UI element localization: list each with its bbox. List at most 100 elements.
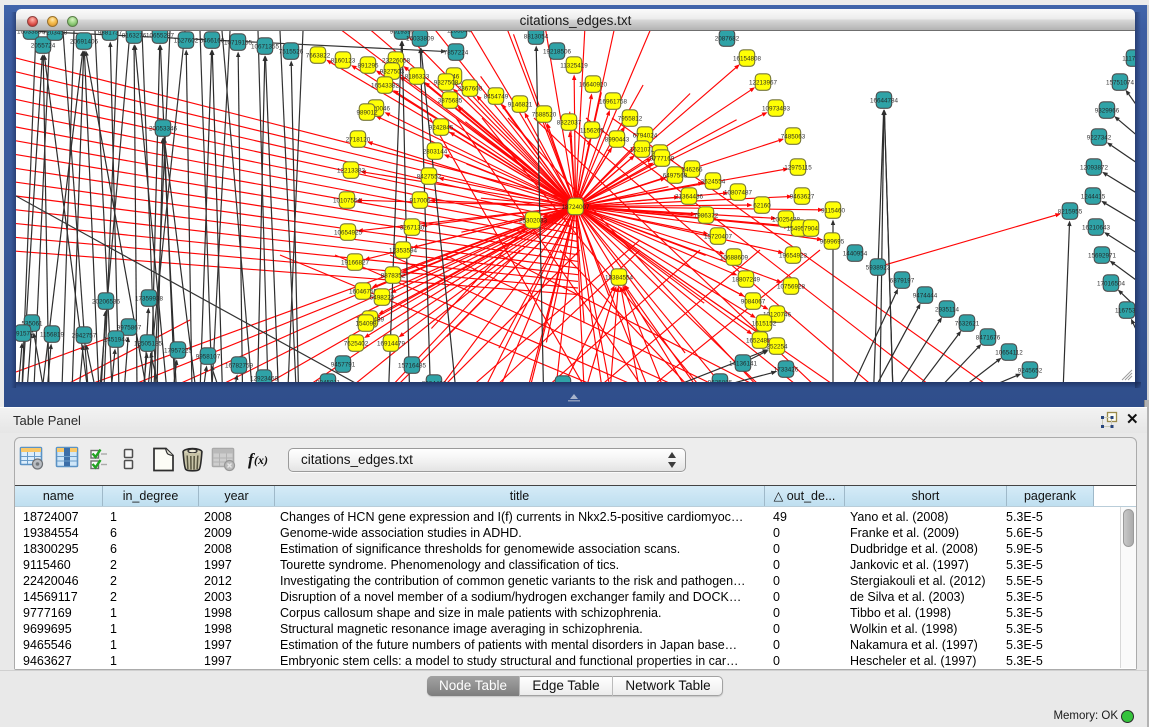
- svg-text:16210643: 16210643: [1082, 224, 1111, 231]
- svg-text:16640910: 16640910: [579, 81, 608, 88]
- svg-text:1615152: 1615152: [752, 320, 777, 327]
- svg-text:20691406: 20691406: [70, 38, 99, 45]
- svg-text:20053346: 20053346: [149, 125, 178, 132]
- svg-text:19654923: 19654923: [779, 252, 808, 259]
- svg-text:15716485: 15716485: [398, 362, 427, 369]
- svg-text:9975867: 9975867: [117, 324, 142, 331]
- svg-text:3267130: 3267130: [400, 224, 425, 231]
- svg-text:252254: 252254: [766, 343, 788, 350]
- svg-text:7588520: 7588520: [532, 111, 557, 118]
- svg-text:2935114: 2935114: [935, 306, 960, 313]
- svg-text:1451944: 1451944: [104, 336, 129, 343]
- svg-text:917006: 917006: [409, 197, 431, 204]
- svg-text:16543382: 16543382: [371, 82, 400, 89]
- svg-text:(x): (x): [254, 453, 268, 467]
- svg-text:3624554: 3624554: [701, 178, 726, 185]
- svg-text:19166827: 19166827: [341, 259, 370, 266]
- svg-text:9245911: 9245911: [316, 379, 341, 382]
- svg-text:7663822: 7663822: [306, 52, 331, 59]
- svg-text:25302033: 25302033: [519, 217, 548, 224]
- svg-text:9457791: 9457791: [331, 361, 356, 368]
- svg-text:12923468: 12923468: [250, 375, 279, 382]
- svg-text:7625402: 7625402: [344, 340, 369, 347]
- svg-text:16154808: 16154808: [733, 55, 762, 62]
- svg-text:10756928: 10756928: [777, 283, 806, 290]
- svg-text:10107554: 10107554: [333, 197, 362, 204]
- svg-text:9881737: 9881737: [98, 31, 123, 36]
- svg-text:9463627: 9463627: [790, 193, 815, 200]
- svg-text:12975115: 12975115: [784, 164, 812, 171]
- svg-text:9146821: 9146821: [508, 101, 533, 108]
- svg-text:16961758: 16961758: [599, 98, 628, 105]
- svg-text:16782759: 16782759: [225, 362, 254, 369]
- svg-text:8163276: 8163276: [122, 32, 147, 39]
- svg-text:3875685: 3875685: [438, 97, 463, 104]
- svg-text:8878352: 8878352: [381, 272, 406, 279]
- svg-text:2367608: 2367608: [458, 85, 483, 92]
- svg-text:154099: 154099: [355, 320, 377, 327]
- svg-text:15751074: 15751074: [1106, 79, 1135, 86]
- svg-text:5938923: 5938923: [866, 264, 891, 271]
- svg-text:9625885: 9625885: [708, 379, 733, 382]
- svg-text:9777169: 9777169: [650, 155, 675, 162]
- svg-text:2942757: 2942757: [72, 332, 97, 339]
- svg-text:10973493: 10973493: [762, 105, 791, 112]
- svg-text:9958107: 9958107: [196, 353, 221, 360]
- svg-text:11325419: 11325419: [560, 62, 588, 69]
- svg-text:9699695: 9699695: [820, 238, 845, 245]
- svg-text:9115460: 9115460: [821, 207, 846, 214]
- svg-text:15720407: 15720407: [704, 233, 733, 240]
- svg-text:16033809: 16033809: [17, 31, 46, 35]
- svg-text:5498222: 5498222: [370, 294, 395, 301]
- svg-text:8990443: 8990443: [605, 136, 630, 143]
- svg-text:16644784: 16644784: [870, 97, 899, 104]
- svg-text:19218506: 19218506: [543, 48, 572, 55]
- svg-text:1156265: 1156265: [580, 127, 605, 134]
- svg-text:12093872: 12093872: [1080, 164, 1109, 171]
- svg-text:8322037: 8322037: [557, 119, 582, 126]
- svg-text:10688609: 10688609: [720, 254, 749, 261]
- svg-text:9245652: 9245652: [1018, 367, 1043, 374]
- svg-text:391574: 391574: [16, 330, 34, 337]
- svg-text:20206536: 20206536: [92, 298, 121, 305]
- svg-text:18724007: 18724007: [561, 204, 590, 211]
- svg-text:6879197: 6879197: [890, 277, 915, 284]
- svg-text:9227342: 9227342: [1087, 134, 1112, 141]
- svg-text:1165844: 1165844: [447, 31, 472, 34]
- svg-text:9242845: 9242845: [429, 124, 454, 131]
- svg-text:12213967: 12213967: [749, 79, 778, 86]
- svg-text:16033809: 16033809: [406, 35, 435, 42]
- svg-text:9327508: 9327508: [434, 79, 459, 86]
- svg-text:7955812: 7955812: [618, 115, 643, 122]
- svg-text:891295: 891295: [357, 62, 379, 69]
- svg-text:9084067: 9084067: [741, 298, 766, 305]
- svg-text:6466160: 6466160: [200, 37, 225, 44]
- svg-text:14136141: 14136141: [729, 360, 758, 367]
- svg-text:2087682: 2087682: [715, 35, 740, 42]
- svg-text:8160123: 8160123: [331, 57, 356, 64]
- svg-text:1156819: 1156819: [40, 331, 65, 338]
- svg-text:2055724: 2055724: [31, 42, 56, 49]
- svg-text:7857224: 7857224: [444, 49, 469, 56]
- svg-text:2718120: 2718120: [346, 136, 371, 143]
- svg-text:1117799: 1117799: [1122, 55, 1135, 62]
- svg-text:18807249: 18807249: [732, 276, 761, 283]
- svg-text:1527602: 1527602: [174, 37, 199, 44]
- svg-text:10671355: 10671355: [251, 43, 280, 50]
- svg-text:8454749: 8454749: [484, 93, 509, 100]
- svg-text:7632621: 7632621: [955, 320, 980, 327]
- svg-text:12213383: 12213383: [337, 167, 366, 174]
- svg-text:10654925: 10654925: [334, 229, 363, 236]
- svg-text:1244415: 1244415: [1081, 193, 1106, 200]
- svg-text:7485063: 7485063: [781, 133, 806, 140]
- svg-text:12505135: 12505135: [134, 340, 163, 347]
- svg-text:8427552: 8427552: [417, 173, 442, 180]
- svg-text:8471676: 8471676: [976, 334, 1001, 341]
- svg-text:1440954: 1440954: [843, 250, 868, 257]
- svg-text:1733426: 1733426: [774, 366, 799, 373]
- svg-text:7203458: 7203458: [43, 31, 68, 36]
- svg-text:6497568: 6497568: [663, 172, 688, 179]
- svg-text:9474444: 9474444: [913, 292, 938, 299]
- svg-text:1292346: 1292346: [551, 381, 576, 382]
- svg-text:8186323: 8186323: [405, 73, 430, 80]
